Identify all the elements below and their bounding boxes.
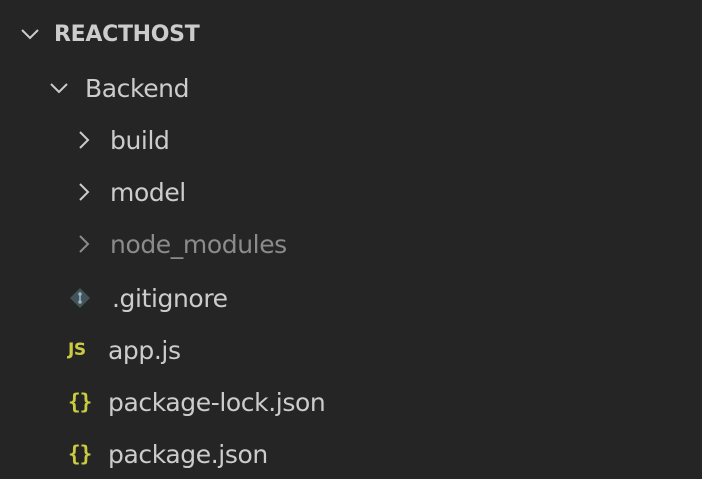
tree-item-label: model — [110, 177, 186, 207]
json-braces-icon: {} — [68, 442, 92, 466]
section-title: REACTHOST — [54, 21, 200, 47]
tree-item-label: package.json — [108, 439, 268, 469]
tree-item-label: app.js — [108, 335, 181, 365]
tree-item-model[interactable]: model — [0, 166, 702, 218]
file-explorer: REACTHOST Backend build model node_modul… — [0, 0, 709, 479]
tree-item-label: node_modules — [110, 229, 287, 259]
section-header-reacthost[interactable]: REACTHOST — [0, 8, 702, 60]
chevron-right-icon — [72, 128, 96, 152]
tree-item-label: .gitignore — [112, 283, 228, 313]
tree-item-node-modules[interactable]: node_modules — [0, 218, 702, 270]
js-icon: JS — [68, 340, 86, 360]
explorer-panel: REACTHOST Backend build model node_modul… — [0, 0, 702, 479]
chevron-right-icon — [72, 232, 96, 256]
git-diamond-icon — [68, 286, 98, 310]
tree-item-build[interactable]: build — [0, 114, 702, 166]
tree-item-gitignore[interactable]: .gitignore — [0, 272, 702, 324]
chevron-down-icon — [18, 22, 42, 46]
tree-item-backend[interactable]: Backend — [0, 62, 702, 114]
tree-item-package-lock-json[interactable]: {} package-lock.json — [0, 376, 702, 428]
chevron-right-icon — [72, 180, 96, 204]
tree-item-label: build — [110, 125, 170, 155]
chevron-down-icon — [47, 76, 71, 100]
tree-item-app-js[interactable]: JS app.js — [0, 324, 702, 376]
tree-item-label: package-lock.json — [108, 387, 326, 417]
json-braces-icon: {} — [68, 390, 92, 414]
tree-item-package-json[interactable]: {} package.json — [0, 428, 702, 480]
tree-item-label: Backend — [85, 73, 190, 103]
